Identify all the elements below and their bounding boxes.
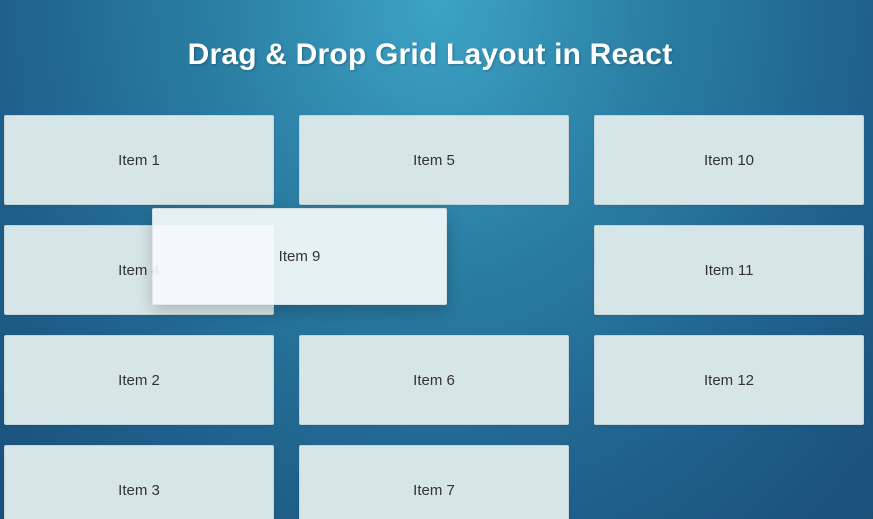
grid-card-label: Item 10 — [704, 152, 754, 169]
grid-card-dragging[interactable]: Item 9 — [152, 208, 447, 305]
grid-card[interactable]: Item 2 — [4, 335, 274, 425]
grid-card-label: Item 3 — [118, 482, 160, 499]
grid-card-label: Item 1 — [118, 152, 160, 169]
grid-card[interactable]: Item 1 — [4, 115, 274, 205]
grid-card-label: Item 5 — [413, 152, 455, 169]
grid-card[interactable]: Item 6 — [299, 335, 569, 425]
grid-card-label: Item 9 — [279, 248, 321, 265]
grid-card-label: Item 2 — [118, 372, 160, 389]
grid-card[interactable]: Item 10 — [594, 115, 864, 205]
grid-card[interactable]: Item 7 — [299, 445, 569, 519]
grid-card[interactable]: Item 11 — [594, 225, 864, 315]
page-title: Drag & Drop Grid Layout in React — [0, 38, 860, 72]
grid-card-label: Item 11 — [705, 262, 754, 279]
grid-card[interactable]: Item 12 — [594, 335, 864, 425]
grid-card-label: Item 7 — [413, 482, 455, 499]
grid-card[interactable]: Item 5 — [299, 115, 569, 205]
grid-card-label: Item 6 — [413, 372, 455, 389]
grid-card-label: Item 12 — [704, 372, 754, 389]
grid-card[interactable]: Item 3 — [4, 445, 274, 519]
